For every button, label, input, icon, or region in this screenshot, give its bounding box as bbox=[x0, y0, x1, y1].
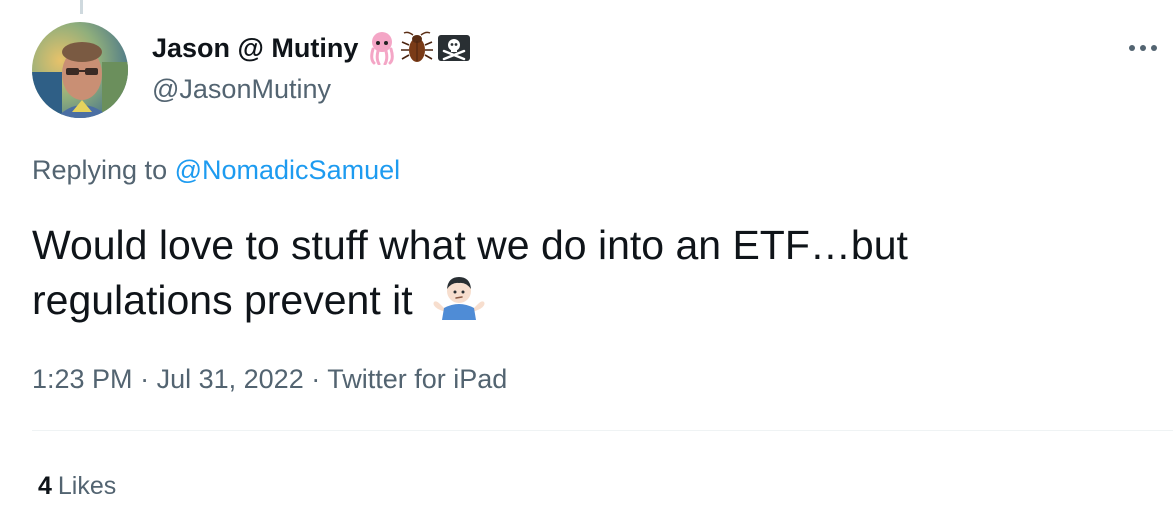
tweet-detail: Jason @ Mutiny @JasonMutiny Replying to … bbox=[0, 0, 1173, 521]
tweet-time[interactable]: 1:23 PM bbox=[32, 364, 133, 394]
divider bbox=[32, 430, 1173, 431]
tweet-text: Would love to stuff what we do into an E… bbox=[32, 218, 1112, 334]
meta-separator: · bbox=[311, 364, 321, 394]
cockroach-icon bbox=[400, 31, 434, 65]
likes-stat[interactable]: 4 Likes bbox=[38, 470, 116, 502]
meta-separator: · bbox=[140, 364, 150, 394]
more-options-button[interactable] bbox=[1126, 36, 1160, 60]
tweet-date[interactable]: Jul 31, 2022 bbox=[157, 364, 304, 394]
author-name-text: Jason @ Mutiny bbox=[152, 33, 359, 63]
likes-count: 4 bbox=[38, 472, 52, 500]
thread-connector-line bbox=[80, 0, 83, 14]
name-emoji-group bbox=[366, 31, 472, 65]
pirate-flag-icon bbox=[436, 33, 472, 63]
avatar[interactable] bbox=[32, 22, 128, 118]
squid-icon bbox=[366, 31, 398, 65]
tweet-metadata: 1:23 PM · Jul 31, 2022 · Twitter for iPa… bbox=[32, 362, 507, 396]
reply-mention-link[interactable]: @NomadicSamuel bbox=[175, 155, 401, 185]
author-handle[interactable]: @JasonMutiny bbox=[152, 72, 331, 106]
replying-to-line: Replying to @NomadicSamuel bbox=[32, 153, 400, 187]
more-icon bbox=[1129, 45, 1157, 51]
tweet-source[interactable]: Twitter for iPad bbox=[327, 364, 507, 394]
person-shrugging-icon bbox=[430, 274, 488, 334]
replying-to-label: Replying to bbox=[32, 155, 168, 185]
likes-label: Likes bbox=[57, 472, 117, 500]
author-display-name[interactable]: Jason @ Mutiny bbox=[152, 30, 472, 66]
